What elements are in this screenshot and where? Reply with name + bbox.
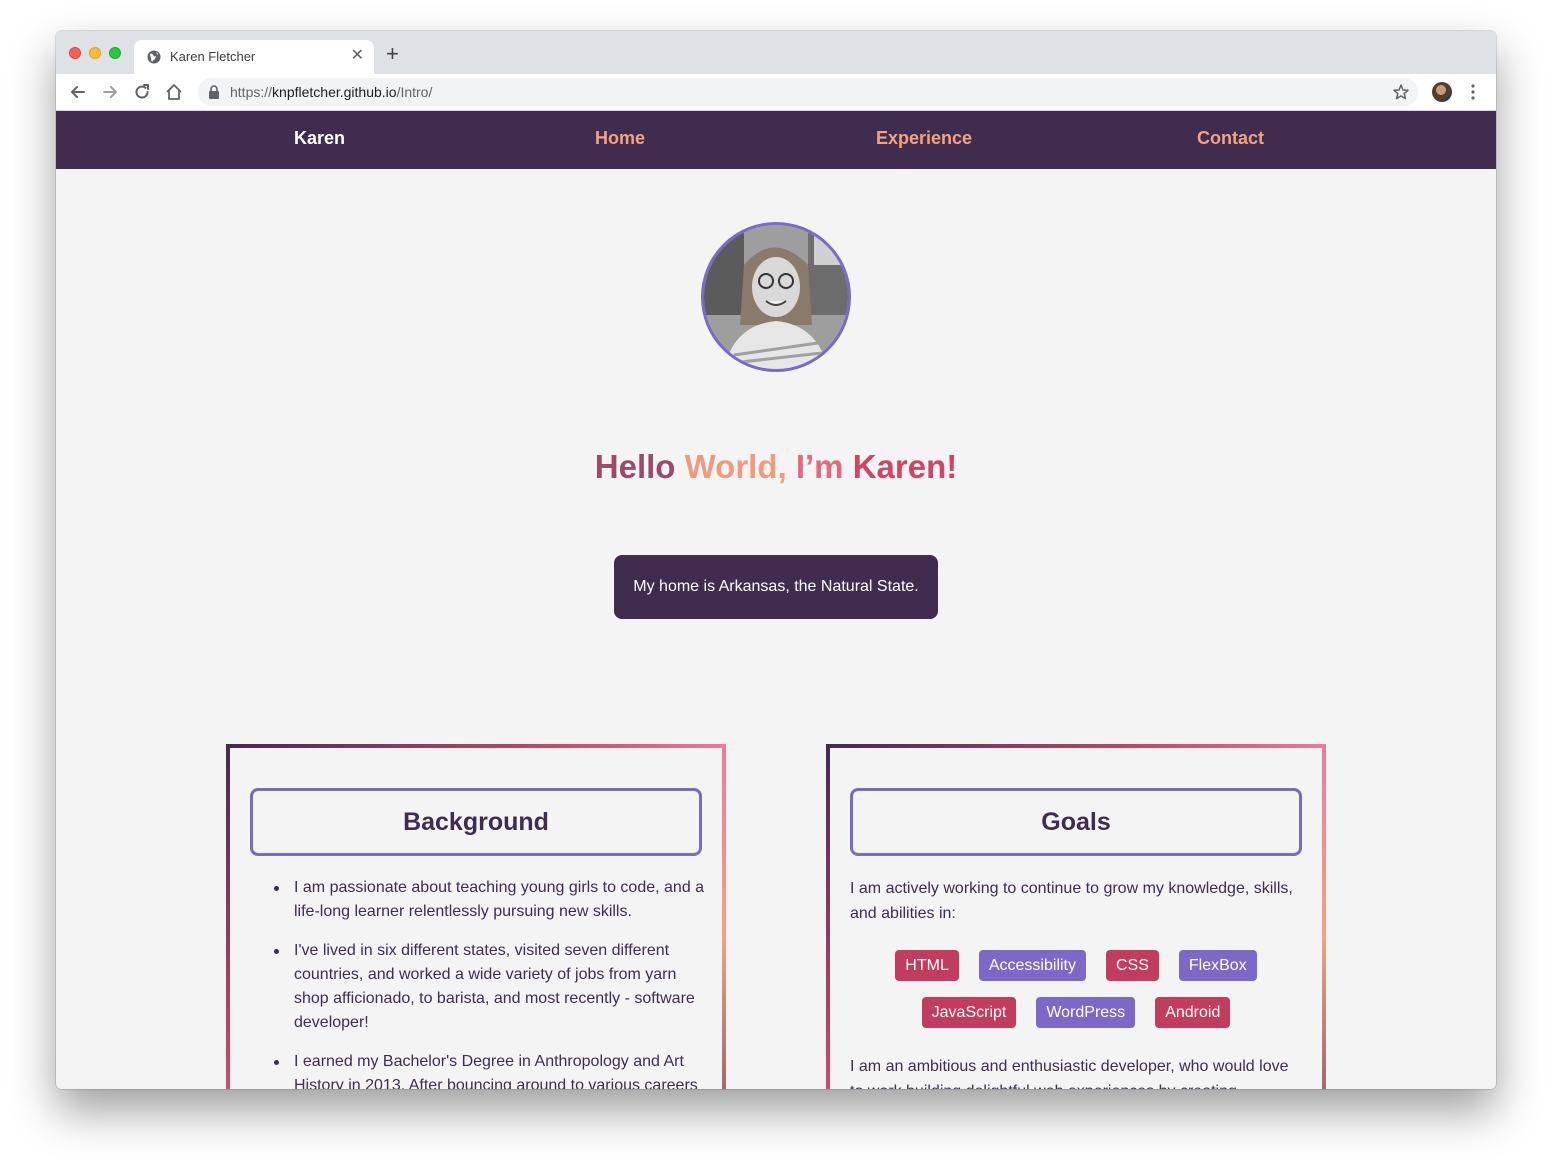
nav-experience-link[interactable]: Experience: [876, 128, 972, 149]
profile-photo: [701, 222, 851, 372]
close-window-button[interactable]: [69, 47, 81, 59]
forward-icon[interactable]: [100, 82, 120, 102]
background-heading: Background: [250, 788, 702, 856]
browser-window: Karen Fletcher ✕ + https://knpfletcher.g…: [56, 31, 1496, 1089]
hero-word-2: World,: [684, 448, 787, 485]
minimize-window-button[interactable]: [89, 47, 101, 59]
star-icon[interactable]: [1392, 83, 1410, 101]
browser-toolbar: https://knpfletcher.github.io/Intro/: [56, 74, 1496, 111]
list-item: I am passionate about teaching young gir…: [270, 876, 710, 924]
plus-icon[interactable]: +: [386, 43, 399, 65]
browser-tab[interactable]: Karen Fletcher ✕: [134, 40, 374, 74]
hero-word-3: I’m: [795, 448, 844, 485]
list-item: I've lived in six different states, visi…: [270, 939, 710, 1035]
site-nav: Karen Home Experience Contact: [56, 111, 1496, 169]
skill-tag-android: Android: [1155, 997, 1231, 1028]
home-state-banner: My home is Arkansas, the Natural State.: [614, 555, 938, 619]
reload-icon[interactable]: [132, 82, 152, 102]
more-icon[interactable]: [1470, 83, 1476, 101]
background-card: Background I am passionate about teachin…: [226, 744, 726, 1089]
profile-avatar[interactable]: [1432, 82, 1452, 102]
back-icon[interactable]: [68, 82, 88, 102]
lock-icon: [209, 85, 219, 99]
background-list: I am passionate about teaching young gir…: [270, 876, 710, 1089]
page-content: Karen Home Experience Contact Hello Worl…: [56, 111, 1496, 1089]
nav-home-link[interactable]: Home: [595, 128, 645, 149]
maximize-window-button[interactable]: [109, 47, 121, 59]
tab-title: Karen Fletcher: [170, 49, 256, 64]
skill-tag-css: CSS: [1106, 950, 1159, 981]
nav-contact-link[interactable]: Contact: [1197, 128, 1264, 149]
skill-tag-wordpress: WordPress: [1036, 997, 1136, 1028]
globe-icon: [147, 50, 161, 64]
skill-tag-javascript: JavaScript: [921, 997, 1017, 1028]
home-icon[interactable]: [164, 82, 184, 102]
goals-intro: I am actively working to continue to gro…: [850, 880, 1293, 922]
hero-title: Hello World, I’m Karen!: [56, 448, 1496, 486]
skill-tag-html: HTML: [895, 950, 959, 981]
skill-tag-accessibility: Accessibility: [978, 950, 1086, 981]
skill-tag-flexbox: FlexBox: [1178, 950, 1257, 981]
nav-brand-link[interactable]: Karen: [294, 128, 345, 149]
hero-word-1: Hello: [594, 448, 676, 485]
address-bar[interactable]: https://knpfletcher.github.io/Intro/: [198, 78, 1418, 106]
tab-strip: Karen Fletcher ✕ +: [56, 31, 1496, 74]
hero-word-4: Karen!: [852, 448, 958, 485]
goals-outro: I am an ambitious and enthusiastic devel…: [850, 1058, 1289, 1089]
list-item: I earned my Bachelor's Degree in Anthrop…: [270, 1050, 710, 1089]
goals-heading: Goals: [850, 788, 1302, 856]
skill-tags: HTML Accessibility CSS FlexBox JavaScrip…: [850, 950, 1302, 1044]
close-icon[interactable]: ✕: [351, 47, 364, 65]
goals-card: Goals I am actively working to continue …: [826, 744, 1326, 1089]
url-text: https://knpfletcher.github.io/Intro/: [230, 84, 433, 100]
